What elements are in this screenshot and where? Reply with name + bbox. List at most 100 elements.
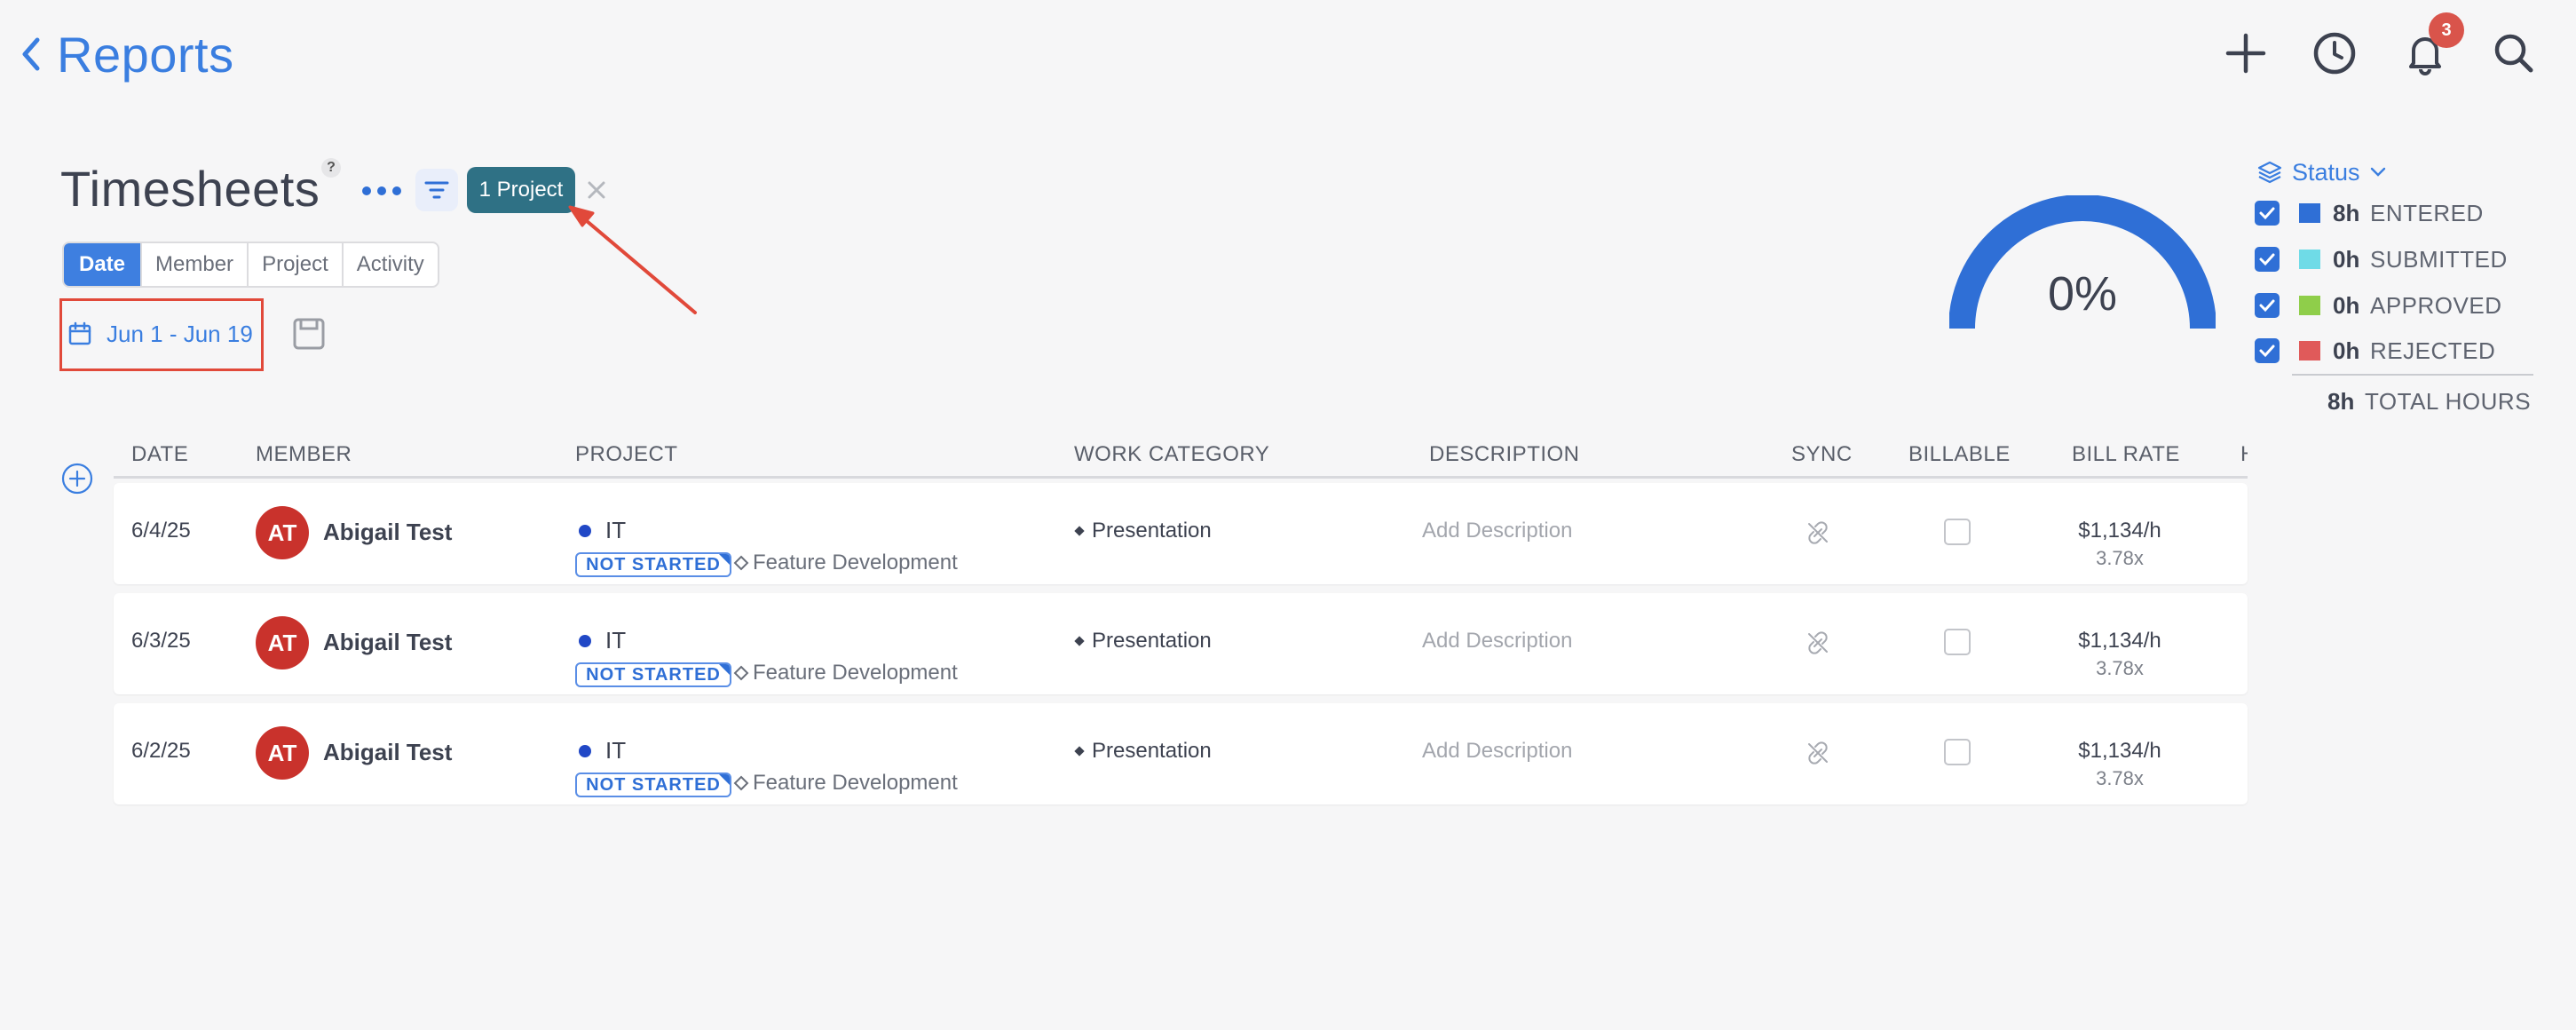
rejected-checkbox[interactable] — [2255, 338, 2280, 363]
status-badge[interactable]: NOT STARTED — [575, 662, 731, 687]
status-label: Status — [2292, 158, 2360, 186]
member-name: Abigail Test — [323, 629, 453, 655]
chevron-down-icon — [2370, 167, 2385, 177]
status-badge[interactable]: NOT STARTED — [575, 772, 731, 797]
unlink-icon[interactable] — [1806, 630, 1830, 655]
member-name: Abigail Test — [323, 739, 453, 765]
page-title: Timesheets — [60, 161, 320, 217]
legend-label: APPROVED — [2370, 291, 2502, 319]
check-icon — [2259, 207, 2275, 220]
group-by-tabs: Date Member Project Activity — [62, 242, 439, 288]
work-category[interactable]: Presentation — [1074, 519, 1212, 543]
clock-button[interactable] — [2306, 25, 2363, 82]
date-range-picker[interactable]: Jun 1 - Jun 19 — [67, 316, 253, 352]
description-input[interactable]: Add Description — [1422, 629, 1572, 654]
tab-member[interactable]: Member — [140, 243, 247, 286]
legend-entered: 8h ENTERED — [2255, 195, 2484, 231]
rate-multiplier: 3.78x — [2096, 547, 2144, 569]
avatar: AT — [256, 506, 309, 559]
date-range-label: Jun 1 - Jun 19 — [107, 320, 253, 347]
dot — [392, 186, 401, 195]
entered-checkbox[interactable] — [2255, 201, 2280, 226]
legend-hours: 0h — [2333, 337, 2360, 364]
table-row[interactable]: 6/3/25 AT Abigail Test IT NOT STARTED Fe… — [114, 593, 2248, 694]
column-project[interactable]: PROJECT — [575, 442, 678, 467]
work-category[interactable]: Presentation — [1074, 739, 1212, 764]
task-name: Feature Development — [733, 661, 958, 685]
tab-activity[interactable]: Activity — [341, 243, 438, 286]
project-filter-chip[interactable]: 1 Project — [467, 167, 575, 213]
description-input[interactable]: Add Description — [1422, 519, 1572, 543]
legend-label: SUBMITTED — [2370, 245, 2508, 273]
legend-swatch — [2299, 341, 2320, 360]
project-color-dot — [579, 524, 591, 537]
billable-checkbox[interactable] — [1944, 629, 1971, 655]
add-entry-icon[interactable] — [60, 462, 94, 495]
calendar-icon — [68, 321, 91, 345]
check-icon — [2259, 345, 2275, 358]
row-date: 6/3/25 — [131, 629, 191, 653]
description-input[interactable]: Add Description — [1422, 739, 1572, 764]
submitted-checkbox[interactable] — [2255, 247, 2280, 272]
more-options-button[interactable] — [362, 178, 401, 204]
legend-label: ENTERED — [2370, 199, 2484, 226]
work-category[interactable]: Presentation — [1074, 629, 1212, 654]
diamond-outline-icon — [733, 555, 749, 571]
avatar: AT — [256, 726, 309, 780]
clock-icon — [2313, 32, 2356, 75]
rate-multiplier: 3.78x — [2096, 767, 2144, 789]
bill-rate: $1,134/h — [2078, 629, 2161, 653]
unlink-icon[interactable] — [1806, 741, 1830, 765]
chevron-left-icon — [22, 37, 40, 71]
task-label: Feature Development — [753, 771, 958, 795]
legend-hours: 0h — [2333, 291, 2360, 319]
column-member[interactable]: MEMBER — [256, 442, 352, 467]
task-label: Feature Development — [753, 661, 958, 685]
table-row[interactable]: 6/4/25 AT Abigail Test IT NOT STARTED Fe… — [114, 483, 2248, 584]
project-color-dot — [579, 634, 591, 647]
clear-filter-icon[interactable] — [582, 176, 611, 204]
unlink-icon[interactable] — [1806, 520, 1830, 545]
check-icon — [2259, 253, 2275, 266]
status-badge[interactable]: NOT STARTED — [575, 552, 731, 577]
project-name[interactable]: IT — [579, 627, 626, 654]
column-work-category[interactable]: WORK CATEGORY — [1074, 442, 1269, 467]
dot — [362, 186, 371, 195]
search-button[interactable] — [2485, 25, 2542, 82]
tab-project[interactable]: Project — [247, 243, 342, 286]
legend-swatch — [2299, 296, 2320, 315]
add-button[interactable] — [2217, 25, 2274, 82]
search-icon — [2494, 34, 2533, 73]
gauge-percent: 0% — [2047, 267, 2118, 321]
billable-checkbox[interactable] — [1944, 739, 1971, 765]
tab-date[interactable]: Date — [64, 243, 141, 286]
column-date[interactable]: DATE — [131, 442, 188, 467]
project-label: IT — [605, 517, 627, 543]
project-color-dot — [579, 744, 591, 757]
column-billable[interactable]: BILLABLE — [1908, 442, 2011, 467]
total-hours-label: TOTAL HOURS — [2365, 387, 2532, 415]
back-label: Reports — [57, 26, 234, 83]
project-label: IT — [605, 627, 627, 654]
diamond-icon — [1074, 746, 1085, 757]
column-sync[interactable]: SYNC — [1791, 442, 1853, 467]
avatar: AT — [256, 616, 309, 670]
billable-checkbox[interactable] — [1944, 519, 1971, 545]
back-to-reports-link[interactable]: Reports — [18, 23, 234, 85]
save-icon[interactable] — [291, 316, 327, 352]
project-name[interactable]: IT — [579, 737, 626, 765]
legend-submitted: 0h SUBMITTED — [2255, 242, 2508, 277]
approved-checkbox[interactable] — [2255, 293, 2280, 318]
column-bill-rate[interactable]: BILL RATE — [2072, 442, 2180, 467]
column-description[interactable]: DESCRIPTION — [1429, 442, 1580, 467]
legend-approved: 0h APPROVED — [2255, 288, 2502, 323]
table-row[interactable]: 6/2/25 AT Abigail Test IT NOT STARTED Fe… — [114, 703, 2248, 804]
column-hours-truncated[interactable]: H — [2240, 442, 2248, 467]
bill-rate: $1,134/h — [2078, 519, 2161, 543]
help-icon[interactable]: ? — [321, 158, 341, 178]
row-date: 6/4/25 — [131, 519, 191, 543]
project-name[interactable]: IT — [579, 517, 626, 544]
filter-button[interactable] — [415, 169, 458, 211]
status-dropdown[interactable]: Status — [2256, 154, 2387, 190]
total-hours-value: 8h — [2327, 387, 2355, 415]
